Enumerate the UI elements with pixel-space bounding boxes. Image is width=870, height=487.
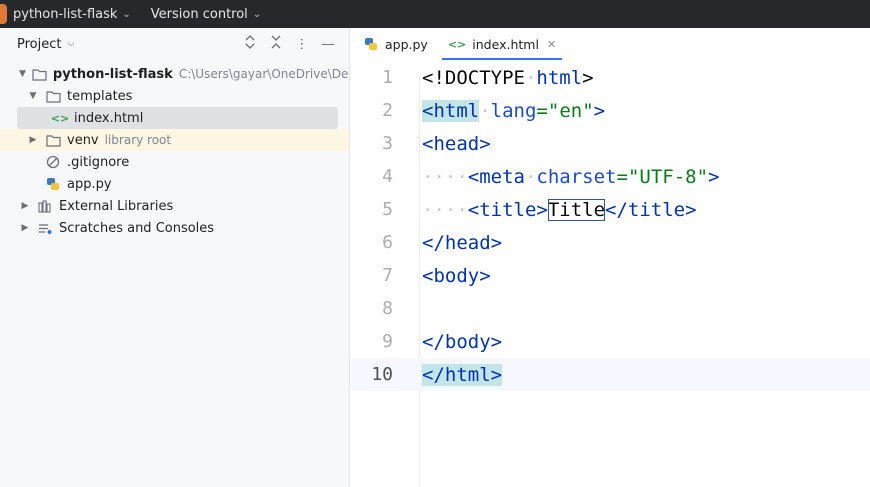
chevron-right-icon[interactable]: ▶ bbox=[19, 201, 31, 211]
chevron-down-icon[interactable]: ▼ bbox=[19, 69, 26, 79]
code-line[interactable]: 6 </head> bbox=[351, 226, 870, 259]
tab-index-html[interactable]: <> index.html ✕ bbox=[441, 28, 563, 60]
line-number: 4 bbox=[382, 166, 393, 187]
tab-label: app.py bbox=[385, 36, 428, 52]
chevron-down-icon[interactable]: ▼ bbox=[27, 91, 39, 101]
tree-item-label: app.py bbox=[67, 176, 112, 192]
chevron-down-icon: ⌄ bbox=[122, 8, 131, 20]
line-number: 6 bbox=[382, 232, 393, 253]
editor-tabs: app.py <> index.html ✕ bbox=[351, 28, 870, 60]
collapse-all-icon[interactable] bbox=[269, 35, 283, 53]
library-icon bbox=[37, 198, 53, 214]
tree-item-label: index.html bbox=[74, 110, 144, 126]
html-file-icon: <> bbox=[50, 111, 70, 125]
code-line[interactable]: 9 </body> bbox=[351, 325, 870, 358]
expand-all-icon[interactable] bbox=[243, 35, 257, 53]
line-number: 1 bbox=[382, 67, 393, 88]
tree-item-label: .gitignore bbox=[67, 154, 130, 170]
tree-item-label: templates bbox=[67, 88, 133, 104]
code-line[interactable]: 3 <head> bbox=[351, 127, 870, 160]
tree-item-root[interactable]: ▼ python-list-flask C:\Users\gayar\OneDr… bbox=[0, 63, 350, 85]
project-path: C:\Users\gayar\OneDrive\Des bbox=[178, 67, 350, 81]
line-number: 9 bbox=[382, 331, 393, 352]
project-panel-header: Project ⌵ ⋮ — bbox=[0, 28, 349, 60]
project-badge bbox=[0, 4, 7, 24]
tree-item-label: Scratches and Consoles bbox=[59, 220, 215, 236]
vcs-label: Version control bbox=[150, 6, 248, 22]
chevron-right-icon[interactable]: ▶ bbox=[19, 223, 31, 233]
line-number: 2 bbox=[382, 100, 393, 121]
html-file-icon: <> bbox=[447, 37, 467, 51]
tree-item-gitignore[interactable]: .gitignore bbox=[0, 151, 349, 173]
code-line[interactable]: 7 <body> bbox=[351, 259, 870, 292]
chevron-down-icon[interactable]: ⌵ bbox=[67, 39, 74, 49]
code-line[interactable]: 2 <html·lang="en"> bbox=[351, 94, 870, 127]
code-line[interactable]: 1 <!DOCTYPE·html> bbox=[351, 61, 870, 94]
chevron-right-icon[interactable]: ▶ bbox=[27, 135, 39, 145]
ignore-file-icon bbox=[45, 154, 61, 170]
tree-item-scratches[interactable]: ▶ Scratches and Consoles bbox=[0, 217, 349, 239]
line-number: 10 bbox=[371, 364, 393, 385]
tab-label: index.html bbox=[472, 36, 539, 52]
tree-item-venv[interactable]: ▶ venv library root bbox=[0, 129, 349, 151]
tree-item-label: External Libraries bbox=[59, 198, 174, 214]
python-file-icon bbox=[45, 176, 61, 192]
close-icon[interactable]: ✕ bbox=[547, 38, 556, 51]
chevron-down-icon: ⌄ bbox=[252, 8, 262, 20]
tree-item-label: python-list-flask bbox=[52, 66, 173, 82]
project-panel-title[interactable]: Project bbox=[17, 37, 61, 52]
project-switcher[interactable]: python-list-flask ⌄ bbox=[13, 7, 131, 22]
tree-item-external-libraries[interactable]: ▶ External Libraries bbox=[0, 195, 349, 217]
scratch-icon bbox=[37, 220, 53, 236]
editor: app.py <> index.html ✕ 1 <!DOCTYPE·html>… bbox=[351, 28, 870, 487]
selected-text[interactable]: Title bbox=[547, 198, 606, 221]
code-line[interactable]: 8 bbox=[351, 292, 870, 325]
line-number: 7 bbox=[382, 265, 393, 286]
library-root-hint: library root bbox=[104, 133, 172, 147]
tree-item-label: venv bbox=[67, 132, 99, 148]
project-panel: Project ⌵ ⋮ — ▼ python-list-flask C:\Use… bbox=[0, 28, 350, 487]
line-number: 8 bbox=[382, 298, 393, 319]
tree-item-index-html[interactable]: <> index.html bbox=[17, 107, 338, 129]
folder-icon bbox=[45, 132, 61, 148]
title-bar: python-list-flask ⌄ Version control ⌄ bbox=[0, 0, 870, 28]
vcs-menu[interactable]: Version control ⌄ bbox=[151, 7, 261, 22]
folder-icon bbox=[32, 66, 47, 82]
minimize-icon[interactable]: — bbox=[321, 37, 335, 52]
project-name: python-list-flask bbox=[13, 6, 118, 22]
tree-item-app-py[interactable]: app.py bbox=[0, 173, 349, 195]
code-line[interactable]: 4 ····<meta·charset="UTF-8"> bbox=[351, 160, 870, 193]
current-code-line[interactable]: 10 </html> bbox=[351, 358, 870, 391]
folder-icon bbox=[45, 88, 61, 104]
tree-item-templates[interactable]: ▼ templates bbox=[0, 85, 349, 107]
python-file-icon bbox=[363, 36, 379, 52]
line-number: 5 bbox=[382, 199, 393, 220]
code-line[interactable]: 5 ····<title>Title</title> bbox=[351, 193, 870, 226]
line-number: 3 bbox=[382, 133, 393, 154]
options-icon[interactable]: ⋮ bbox=[295, 37, 309, 52]
tab-app-py[interactable]: app.py bbox=[357, 28, 434, 60]
